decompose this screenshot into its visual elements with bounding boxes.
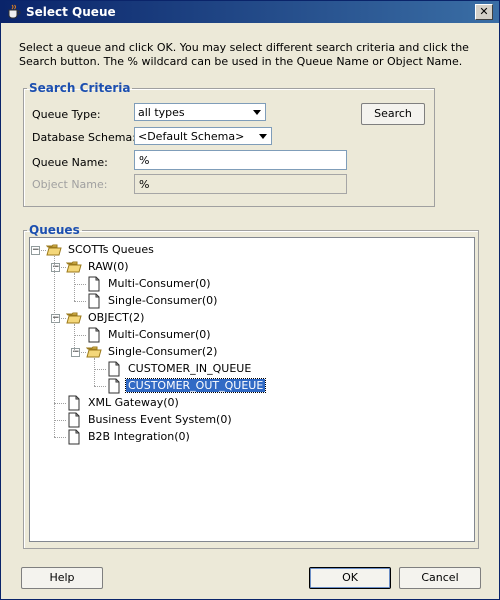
tree-connector [74, 335, 86, 336]
search-criteria-title: Search Criteria [29, 81, 131, 95]
app-cup-icon [8, 4, 21, 19]
document-icon [86, 293, 102, 309]
tree-connector [54, 256, 55, 437]
queue-name-input[interactable] [134, 150, 347, 170]
document-icon [66, 395, 82, 411]
document-icon [106, 361, 122, 377]
tree-node-label[interactable]: CUSTOMER_OUT_QUEUE [124, 378, 267, 393]
tree-node-label[interactable]: B2B Integration(0) [86, 430, 192, 443]
queue-name-label: Queue Name: [32, 156, 108, 169]
select-queue-dialog: Select Queue ✕ Select a queue and click … [0, 0, 500, 600]
queue-type-value: all types [138, 106, 185, 119]
title-bar[interactable]: Select Queue ✕ [1, 1, 499, 23]
queue-tree[interactable]: SCOTTs Queues − RAW(0) − Multi-Consumer(0) Si… [29, 237, 475, 542]
tree-node-label[interactable]: Single-Consumer(0) [106, 294, 219, 307]
cancel-button[interactable]: Cancel [399, 567, 481, 589]
collapse-toggle[interactable]: − [51, 314, 60, 323]
object-name-label: Object Name: [32, 178, 108, 191]
collapse-toggle[interactable]: − [71, 348, 80, 357]
tree-node-label[interactable]: Multi-Consumer(0) [106, 277, 213, 290]
tree-connector [94, 369, 106, 370]
close-icon: ✕ [479, 5, 489, 18]
close-button[interactable]: ✕ [475, 4, 493, 20]
tree-connector [54, 420, 66, 421]
chevron-down-icon [259, 134, 267, 139]
collapse-toggle[interactable]: − [31, 246, 40, 255]
database-schema-label: Database Schema: [32, 131, 136, 144]
tree-connector [54, 437, 66, 438]
tree-node-label[interactable]: SCOTTs Queues [66, 243, 156, 256]
search-button[interactable]: Search [361, 103, 425, 125]
chevron-down-icon [253, 110, 261, 115]
instructions-text: Select a queue and click OK. You may sel… [19, 41, 469, 68]
tree-connector [54, 403, 66, 404]
tree-node-label[interactable]: Multi-Consumer(0) [106, 328, 213, 341]
help-button[interactable]: Help [21, 567, 103, 589]
window-title: Select Queue [26, 5, 116, 19]
tree-connector [74, 273, 75, 301]
document-icon [66, 429, 82, 445]
database-schema-select[interactable]: <Default Schema> [134, 127, 272, 145]
queue-type-select[interactable]: all types [134, 103, 266, 121]
document-icon [106, 378, 122, 394]
tree-connector [94, 358, 95, 386]
tree-node-label[interactable]: XML Gateway(0) [86, 396, 181, 409]
document-icon [66, 412, 82, 428]
ok-button[interactable]: OK [309, 567, 391, 589]
tree-node-label[interactable]: OBJECT(2) [86, 311, 146, 324]
tree-connector [74, 324, 75, 352]
queues-title: Queues [29, 223, 80, 237]
queue-type-label: Queue Type: [32, 108, 101, 121]
tree-connector [74, 301, 86, 302]
document-icon [86, 276, 102, 292]
tree-node-label[interactable]: Business Event System(0) [86, 413, 234, 426]
tree-node-label[interactable]: RAW(0) [86, 260, 131, 273]
database-schema-value: <Default Schema> [138, 130, 245, 143]
cancel-button-label: Cancel [421, 571, 459, 584]
collapse-toggle[interactable]: − [51, 263, 60, 272]
tree-connector [74, 284, 86, 285]
document-icon [86, 327, 102, 343]
help-button-label: Help [49, 571, 75, 584]
tree-node-label[interactable]: Single-Consumer(2) [106, 345, 219, 358]
object-name-input [134, 174, 347, 194]
tree-connector [94, 386, 106, 387]
tree-node-label[interactable]: CUSTOMER_IN_QUEUE [126, 362, 253, 375]
ok-button-label: OK [342, 571, 358, 584]
